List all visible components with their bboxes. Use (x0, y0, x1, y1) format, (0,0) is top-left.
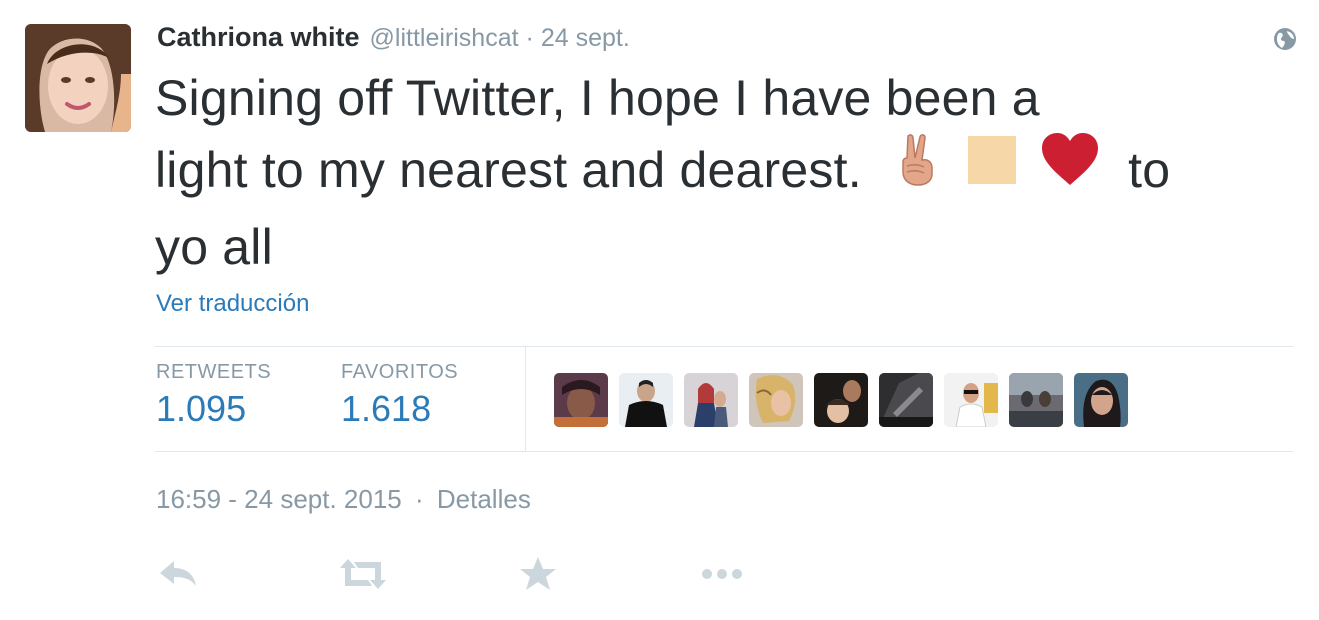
favoriter-avatar[interactable] (749, 373, 803, 427)
retweet-icon[interactable] (338, 554, 386, 594)
favorites-count: 1.618 (341, 388, 432, 429)
tweet-header: Cathriona white @littleirishcat · 24 sep… (157, 22, 630, 56)
meta-separator: · (414, 484, 424, 514)
favoriter-avatar[interactable] (944, 373, 998, 427)
tweet-timestamp[interactable]: 16:59 - 24 sept. 2015 (156, 484, 402, 514)
tweet-short-time[interactable]: 24 sept. (541, 24, 630, 53)
tweet-text-line: light to my nearest and dearest. to (155, 131, 1295, 211)
favoriter-avatar[interactable] (684, 373, 738, 427)
retweets-count: 1.095 (156, 388, 247, 429)
header-separator: · (525, 24, 534, 52)
stats-divider (525, 347, 526, 451)
user-fullname[interactable]: Cathriona white (157, 22, 360, 53)
tweet-stats: RETWEETS 1.095 FAVORITOS 1.618 (155, 346, 1293, 452)
heart-emoji (1040, 131, 1100, 206)
more-icon[interactable] (698, 554, 742, 594)
square-emoji (966, 133, 1018, 205)
retweets-label: RETWEETS (156, 361, 272, 383)
favorites-label: FAVORITOS (341, 361, 459, 383)
tweet-text-segment: to (1128, 142, 1171, 198)
favoriter-avatar[interactable] (1009, 373, 1063, 427)
tweet-text-line: Signing off Twitter, I hope I have been … (155, 70, 1040, 126)
tweet-text-line: yo all (155, 219, 273, 276)
reply-icon[interactable] (156, 554, 200, 594)
favoriter-avatar[interactable] (554, 373, 608, 427)
favoriter-avatar[interactable] (879, 373, 933, 427)
favorite-icon[interactable] (516, 554, 560, 594)
details-link[interactable]: Detalles (437, 484, 531, 514)
favoriters-avatars (554, 373, 1128, 427)
avatar[interactable] (25, 24, 131, 132)
favoriter-avatar[interactable] (1074, 373, 1128, 427)
tweet-text-segment: light to my nearest and dearest. (155, 142, 862, 198)
peace-hand-emoji (896, 132, 938, 205)
retweets-stat[interactable]: RETWEETS 1.095 (156, 361, 271, 430)
favorites-stat[interactable]: FAVORITOS 1.618 (341, 361, 458, 430)
user-handle[interactable]: @littleirishcat (370, 24, 519, 53)
tweet-meta: 16:59 - 24 sept. 2015 · Detalles (156, 484, 531, 515)
favoriter-avatar[interactable] (619, 373, 673, 427)
globe-icon[interactable] (1272, 26, 1298, 52)
translate-link[interactable]: Ver traducción (156, 290, 309, 318)
tweet-text: Signing off Twitter, I hope I have been … (155, 62, 1295, 283)
favoriter-avatar[interactable] (814, 373, 868, 427)
